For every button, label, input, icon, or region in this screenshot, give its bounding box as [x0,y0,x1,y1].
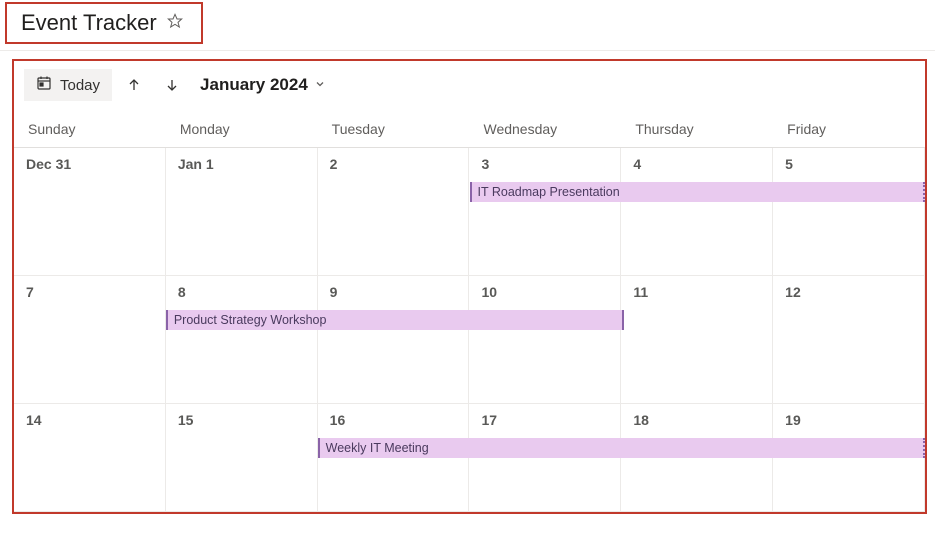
date-cell[interactable]: 14 [14,404,166,512]
date-cell[interactable]: Jan 1 [166,148,318,276]
event-title: Weekly IT Meeting [326,441,429,455]
day-header: Sunday [14,111,166,148]
date-label: Jan 1 [178,156,214,172]
date-label: 12 [785,284,801,300]
event-bar[interactable]: Product Strategy Workshop [166,310,625,330]
date-cell[interactable]: 16 [318,404,470,512]
date-label: 18 [633,412,649,428]
date-cell[interactable]: 11 [621,276,773,404]
week-row: 14 15 16 17 18 19 Weekly IT Meeting [14,404,925,512]
next-button[interactable] [156,69,188,101]
date-cell[interactable]: 3 [469,148,621,276]
date-cell[interactable]: 2 [318,148,470,276]
date-label: 14 [26,412,42,428]
date-cell[interactable]: 10 [469,276,621,404]
date-label: Dec 31 [26,156,71,172]
date-label: 17 [481,412,497,428]
month-label: January 2024 [200,75,308,95]
separator [0,50,935,51]
week-row: 7 8 9 10 11 12 Product Strategy Workshop [14,276,925,404]
date-cell[interactable]: 12 [773,276,925,404]
event-title: IT Roadmap Presentation [478,185,620,199]
arrow-down-icon [164,77,180,93]
day-header: Monday [166,111,318,148]
event-bar[interactable]: Weekly IT Meeting [318,438,925,458]
date-label: 15 [178,412,194,428]
date-cell[interactable]: 5 [773,148,925,276]
event-bar[interactable]: IT Roadmap Presentation [470,182,926,202]
date-label: 7 [26,284,34,300]
date-cell[interactable]: 7 [14,276,166,404]
arrow-up-icon [126,77,142,93]
chevron-down-icon [314,75,326,95]
today-button[interactable]: Today [24,69,112,101]
date-cell[interactable]: 17 [469,404,621,512]
day-header-row: Sunday Monday Tuesday Wednesday Thursday… [14,111,925,148]
date-label: 5 [785,156,793,172]
previous-button[interactable] [118,69,150,101]
today-label: Today [60,77,100,94]
day-header: Wednesday [469,111,621,148]
date-cell[interactable]: Dec 31 [14,148,166,276]
date-label: 19 [785,412,801,428]
day-header: Friday [773,111,925,148]
week-row: Dec 31 Jan 1 2 3 4 5 IT Roadmap Presenta… [14,148,925,276]
date-label: 11 [633,284,648,300]
date-label: 8 [178,284,186,300]
page-title: Event Tracker [21,10,157,36]
day-header: Tuesday [318,111,470,148]
calendar-icon [36,75,52,95]
date-label: 10 [481,284,497,300]
favorite-star-icon[interactable] [167,13,183,34]
date-cell[interactable]: 15 [166,404,318,512]
date-label: 16 [330,412,346,428]
month-picker[interactable]: January 2024 [200,75,326,95]
date-cell[interactable]: 9 [318,276,470,404]
date-label: 3 [481,156,489,172]
date-label: 4 [633,156,641,172]
day-header: Thursday [621,111,773,148]
date-cell[interactable]: 8 [166,276,318,404]
date-label: 9 [330,284,338,300]
event-title: Product Strategy Workshop [174,313,327,327]
calendar-toolbar: Today January 2024 [14,65,925,111]
date-label: 2 [330,156,338,172]
date-cell[interactable]: 4 [621,148,773,276]
date-cell[interactable]: 19 [773,404,925,512]
calendar-container: Today January 2024 Sunday Monda [12,59,927,514]
date-cell[interactable]: 18 [621,404,773,512]
